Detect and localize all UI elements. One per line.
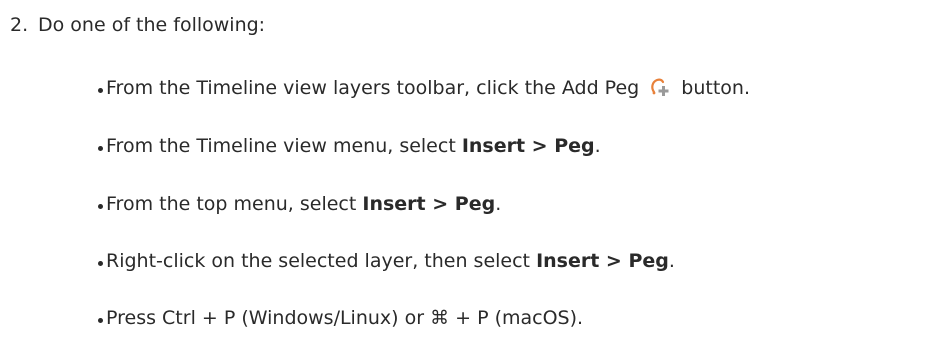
list-item-text-before: Right-click on the selected layer, then … <box>106 250 537 272</box>
list-item-text-before: From the Timeline view menu, select <box>106 135 462 157</box>
list-item-text: From the Timeline view layers toolbar, c… <box>106 76 750 100</box>
menu-path: Insert > Peg <box>362 193 496 215</box>
menu-path: Insert > Peg <box>536 250 669 272</box>
list-item-text: From the Timeline view menu, select Inse… <box>106 134 601 158</box>
list-item-text-before: From the top menu, select <box>106 193 363 215</box>
menu-path: Insert > Peg <box>461 135 595 157</box>
step-number: 2. <box>10 14 29 36</box>
list-item-text-after: button. <box>675 77 750 99</box>
list-item-text-after: . <box>495 193 502 215</box>
list-item-text: Press Ctrl + P (Windows/Linux) or ⌘ + P … <box>106 307 584 329</box>
step-heading-text: Do one of the following: <box>38 14 266 36</box>
add-peg-icon <box>651 78 669 96</box>
step-heading: 2. Do one of the following: <box>10 13 265 37</box>
list-item-text: From the top menu, select Insert > Peg. <box>106 192 501 216</box>
list-item-text-before: From the Timeline view layers toolbar, c… <box>106 77 646 99</box>
list-item-text-after: . <box>668 250 675 272</box>
list-item-text: Right-click on the selected layer, then … <box>106 249 675 273</box>
instruction-step: 2. Do one of the following: From the Time… <box>0 0 931 337</box>
list-item-text-after: . <box>594 135 601 157</box>
